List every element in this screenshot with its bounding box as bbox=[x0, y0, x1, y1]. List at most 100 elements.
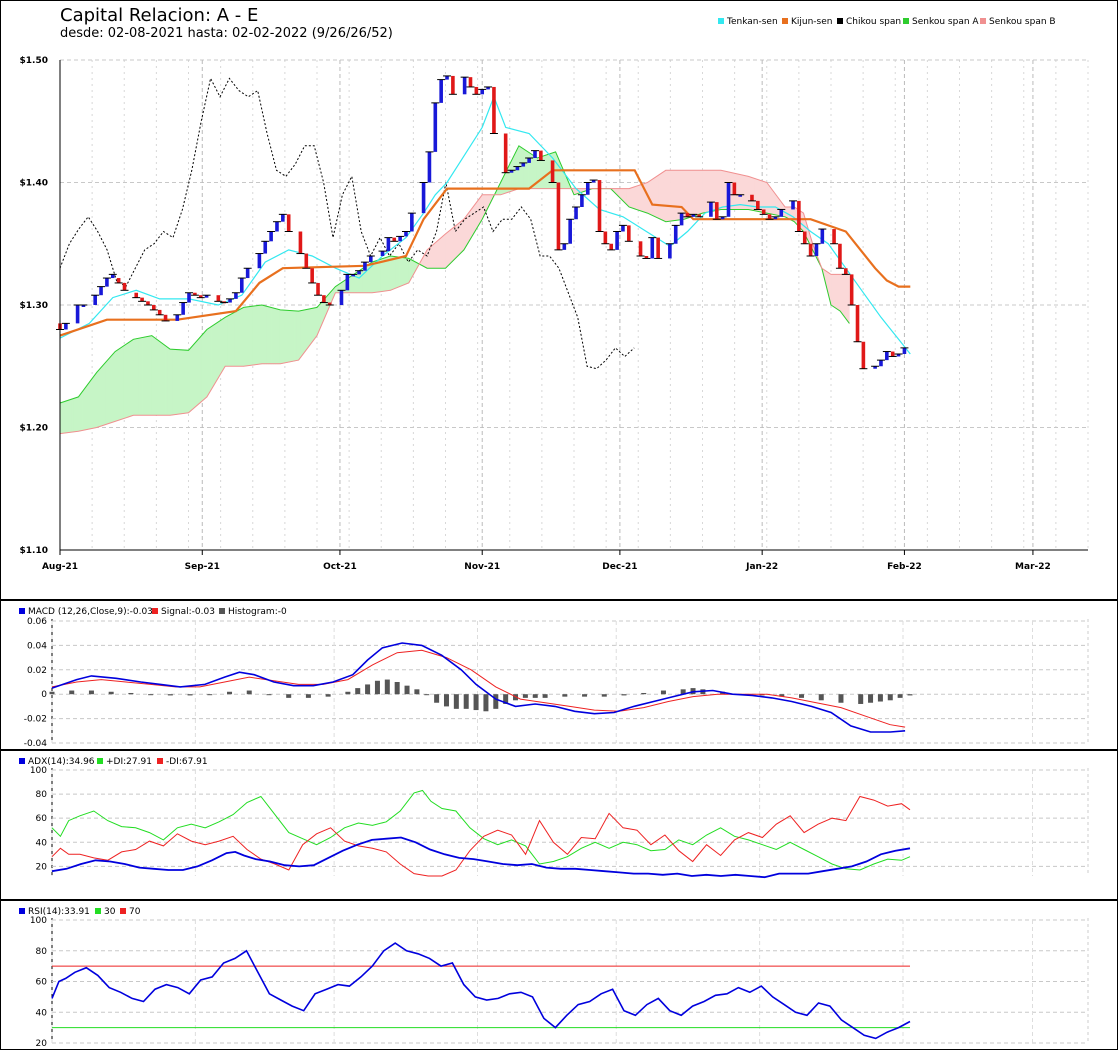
cloud-bull-segment bbox=[98, 366, 102, 428]
price-bar-down bbox=[603, 231, 608, 244]
cloud-bear-segment bbox=[771, 187, 774, 215]
legend-swatch-diplus bbox=[97, 758, 103, 764]
cloud-bull-segment bbox=[71, 397, 75, 433]
cloud-bull-segment bbox=[84, 383, 88, 431]
legend-swatch-rsi bbox=[19, 908, 25, 914]
legend-rsi70: 70 bbox=[129, 907, 141, 917]
cloud-bear-segment bbox=[679, 169, 683, 221]
main-ytick-label: $1.40 bbox=[20, 179, 48, 189]
legend-swatch-histogram bbox=[219, 608, 225, 614]
main-ytick-label: $1.50 bbox=[20, 56, 48, 66]
cloud-bull-segment bbox=[224, 315, 228, 367]
price-bar-up bbox=[562, 243, 567, 250]
legend-swatch-signal bbox=[152, 608, 158, 614]
cloud-bull-segment bbox=[73, 397, 77, 433]
cloud-bull-segment bbox=[80, 389, 84, 432]
cloud-bear-segment bbox=[764, 181, 768, 214]
cloud-bull-segment bbox=[87, 380, 91, 430]
cloud-bear-segment bbox=[633, 185, 637, 210]
macd-histogram-bar bbox=[582, 694, 588, 697]
macd-histogram-bar bbox=[384, 679, 390, 695]
cloud-bull-segment bbox=[229, 313, 233, 367]
macd-histogram-bar bbox=[207, 694, 213, 696]
price-bar-down bbox=[298, 231, 303, 254]
macd-histogram-bar bbox=[818, 694, 824, 701]
cloud-bear-segment bbox=[766, 181, 770, 214]
cloud-bear-segment bbox=[706, 169, 710, 213]
cloud-bear-segment bbox=[667, 169, 671, 222]
price-bar-up bbox=[480, 89, 485, 95]
price-bar-down bbox=[756, 200, 760, 210]
price-bar-up bbox=[357, 270, 361, 275]
legend-spanB: Senkou span B bbox=[989, 17, 1056, 27]
cloud-bull-segment bbox=[101, 363, 104, 427]
cloud-bull-segment bbox=[511, 154, 515, 192]
macd-histogram-bar bbox=[49, 691, 55, 695]
cloud-bull-segment bbox=[140, 337, 143, 416]
legend-swatch-adx bbox=[19, 758, 25, 764]
macd-histogram-bar bbox=[641, 692, 647, 695]
cloud-bear-segment bbox=[693, 169, 696, 217]
price-bar-down bbox=[638, 241, 643, 256]
cloud-bear-segment bbox=[729, 171, 733, 210]
macd-histogram-bar bbox=[227, 691, 233, 695]
cloud-bull-segment bbox=[401, 257, 405, 287]
cloud-bull-segment bbox=[190, 344, 194, 412]
price-bar-up bbox=[421, 182, 426, 214]
cloud-bull-segment bbox=[360, 267, 364, 294]
macd-histogram-bar bbox=[542, 694, 548, 698]
cloud-bull-segment bbox=[378, 258, 382, 293]
macd-histogram-bar bbox=[355, 688, 361, 695]
legend-spanA: Senkou span A bbox=[912, 17, 979, 27]
price-bar-down bbox=[451, 75, 455, 95]
cloud-bull-segment bbox=[160, 341, 164, 416]
cloud-bear-segment bbox=[426, 247, 430, 269]
price-bar-down bbox=[732, 182, 737, 195]
cloud-bull-segment bbox=[165, 345, 169, 416]
cloud-bear-segment bbox=[681, 169, 685, 220]
macd-ytick-label: -0.04 bbox=[24, 739, 48, 749]
price-bar-down bbox=[134, 292, 139, 298]
cloud-bull-segment bbox=[192, 341, 196, 410]
cloud-bear-segment bbox=[670, 169, 673, 222]
cloud-bear-segment bbox=[651, 177, 655, 217]
main-ytick-label: $1.30 bbox=[20, 301, 48, 311]
cloud-bear-segment bbox=[761, 180, 765, 214]
price-bar-down bbox=[802, 231, 807, 244]
macd-histogram-bar bbox=[473, 694, 479, 711]
cloud-bull-segment bbox=[380, 257, 384, 292]
cloud-bull-segment bbox=[390, 255, 394, 291]
main-xtick-label: Aug-21 bbox=[42, 562, 78, 572]
cloud-bull-segment bbox=[123, 343, 127, 419]
cloud-bull-segment bbox=[96, 368, 100, 428]
cloud-bull-segment bbox=[263, 305, 267, 365]
legend-diminus: -DI:67.91 bbox=[166, 757, 208, 767]
cloud-bear-segment bbox=[654, 175, 657, 218]
legend-diplus: +DI:27.91 bbox=[106, 757, 152, 767]
cloud-bull-segment bbox=[162, 343, 166, 416]
chart-stage: Capital Relacion: A - E desde: 02-08-202… bbox=[0, 0, 1118, 1050]
cloud-bull-segment bbox=[247, 306, 251, 366]
cloud-bear-segment bbox=[447, 229, 451, 267]
cloud-bull-segment bbox=[300, 309, 304, 358]
macd-histogram-bar bbox=[562, 694, 568, 697]
price-bar-up bbox=[673, 225, 678, 244]
cloud-bull-segment bbox=[75, 396, 79, 432]
main-ytick-label: $1.20 bbox=[20, 424, 48, 434]
price-bar-down bbox=[392, 237, 397, 242]
price-bar-down bbox=[685, 213, 690, 217]
price-bar-up bbox=[269, 231, 273, 242]
legend-histogram: Histogram:-0 bbox=[228, 607, 287, 617]
price-bar-up bbox=[345, 274, 350, 291]
cloud-bear-segment bbox=[837, 274, 841, 312]
cloud-bull-segment bbox=[172, 348, 176, 416]
macd-histogram-bar bbox=[907, 694, 913, 696]
cloud-bull-segment bbox=[279, 309, 283, 365]
cloud-bull-segment bbox=[121, 344, 125, 420]
cloud-bear-segment bbox=[658, 172, 662, 221]
cloud-bear-segment bbox=[433, 241, 437, 269]
macd-histogram-bar bbox=[897, 694, 903, 698]
cloud-bear-segment bbox=[800, 211, 804, 233]
main-xtick-label: Nov-21 bbox=[464, 562, 500, 572]
price-bar-up bbox=[175, 314, 180, 321]
